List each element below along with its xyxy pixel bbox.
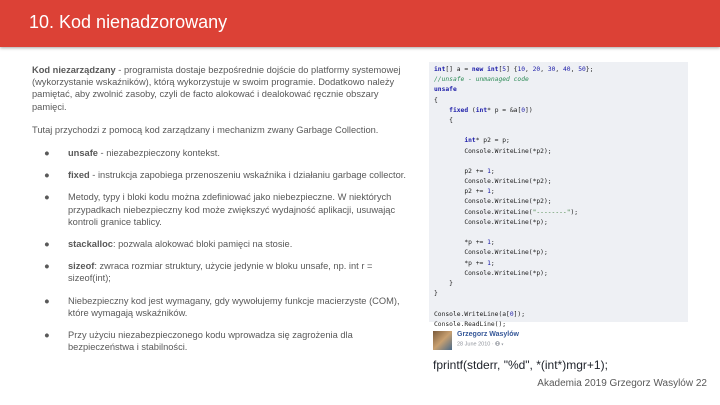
subtitle-paragraph: Tutaj przychodzi z pomocą kod zarządzany… bbox=[32, 124, 379, 135]
bullet-icon: ● bbox=[44, 261, 50, 272]
social-post: Grzegorz Wasylów 28 June 2010 · ▾ fprint… bbox=[429, 328, 688, 375]
code-line: } bbox=[434, 279, 453, 287]
code-line: fixed (int* p = &a[0]) bbox=[449, 106, 533, 114]
bullet-item: ● unsafe - niezabezpieczony kontekst. bbox=[32, 147, 412, 159]
bullet-text: Przy użyciu niezabezpieczonego kodu wpro… bbox=[68, 330, 353, 353]
intro-term: Kod niezarządzany bbox=[32, 65, 116, 75]
post-date-text: 28 June 2010 · bbox=[457, 341, 496, 348]
code-line: p2 += 1; bbox=[434, 188, 495, 196]
slide-title: 10. Kod nienadzorowany bbox=[29, 12, 228, 32]
code-line: Console.WriteLine(a[0]); bbox=[434, 310, 525, 318]
bullet-icon: ● bbox=[44, 330, 50, 341]
dropdown-icon: ▾ bbox=[500, 341, 504, 347]
code-line: Console.WriteLine(*p2); bbox=[434, 198, 552, 206]
code-line: *p += 1; bbox=[434, 239, 495, 247]
bullet-text: - niezabezpieczony kontekst. bbox=[97, 148, 220, 159]
code-line: //unsafe - unmanaged code bbox=[434, 76, 529, 84]
bullet-term: unsafe bbox=[68, 148, 98, 159]
code-line: } bbox=[434, 290, 438, 298]
code-line: { bbox=[434, 96, 438, 104]
avatar bbox=[433, 331, 452, 350]
code-line: Console.WriteLine(*p); bbox=[434, 218, 548, 226]
bullet-text: Metody, typy i bloki kodu można zdefinio… bbox=[68, 192, 396, 227]
bullet-text: : zwraca rozmiar struktury, użycie jedyn… bbox=[68, 261, 373, 284]
code-line: Console.WriteLine(*p); bbox=[434, 249, 548, 257]
bullet-item: ● Przy użyciu niezabezpieczonego kodu wpr… bbox=[32, 329, 412, 353]
code-line: Console.WriteLine(*p); bbox=[434, 269, 548, 277]
intro-paragraph: Kod niezarządzany - programista dostaje … bbox=[32, 64, 412, 113]
content-column: Kod niezarządzany - programista dostaje … bbox=[32, 64, 412, 363]
code-line: int[] a = new int[5] {10, 20, 30, 40, 50… bbox=[434, 66, 594, 73]
bullet-text: - instrukcja zapobiega przenoszeniu wska… bbox=[89, 170, 406, 181]
bullet-text: : pozwala alokować bloki pamięci na stos… bbox=[112, 239, 293, 250]
bullet-term: stackalloc bbox=[68, 239, 113, 250]
code-line: int* p2 = p; bbox=[464, 137, 510, 145]
bullet-item: ● Niebezpieczny kod jest wymagany, gdy wy… bbox=[32, 295, 412, 319]
bullet-item: ● stackalloc: pozwala alokować bloki pami… bbox=[32, 238, 412, 250]
bullet-icon: ● bbox=[44, 239, 50, 250]
bullet-item: ● Metody, typy i bloki kodu można zdefini… bbox=[32, 191, 412, 228]
bullet-list: ● unsafe - niezabezpieczony kontekst. ● fi… bbox=[32, 147, 412, 353]
title-bar: 10. Kod nienadzorowany bbox=[0, 0, 720, 47]
bullet-icon: ● bbox=[44, 192, 50, 203]
code-line: p2 += 1; bbox=[434, 167, 495, 175]
post-text: fprintf(stderr, "%d", *(int*)mgr+1); bbox=[433, 358, 608, 372]
code-line: Console.WriteLine(*p2); bbox=[434, 147, 552, 155]
bullet-item: ● fixed - instrukcja zapobiega przenoszen… bbox=[32, 169, 412, 181]
bullet-item: ● sizeof: zwraca rozmiar struktury, użyci… bbox=[32, 260, 412, 284]
slide-footer: Akademia 2019 Grzegorz Wasylów 22 bbox=[537, 378, 707, 389]
bullet-icon: ● bbox=[44, 170, 50, 181]
code-line: Console.WriteLine(*p2); bbox=[434, 178, 552, 186]
bullet-icon: ● bbox=[44, 148, 50, 159]
code-line: { bbox=[434, 116, 453, 124]
bullet-term: fixed bbox=[68, 170, 90, 181]
code-line: Console.WriteLine("--------"); bbox=[434, 208, 579, 216]
post-author[interactable]: Grzegorz Wasylów bbox=[457, 331, 519, 338]
bullet-icon: ● bbox=[44, 295, 50, 306]
bullet-term: sizeof bbox=[68, 261, 95, 272]
post-date: 28 June 2010 · ▾ bbox=[457, 341, 503, 348]
code-block: int[] a = new int[5] {10, 20, 30, 40, 50… bbox=[429, 62, 688, 328]
bullet-text: Niebezpieczny kod jest wymagany, gdy wyw… bbox=[68, 295, 400, 318]
code-line: *p += 1; bbox=[434, 259, 495, 267]
code-line: unsafe bbox=[434, 86, 457, 94]
